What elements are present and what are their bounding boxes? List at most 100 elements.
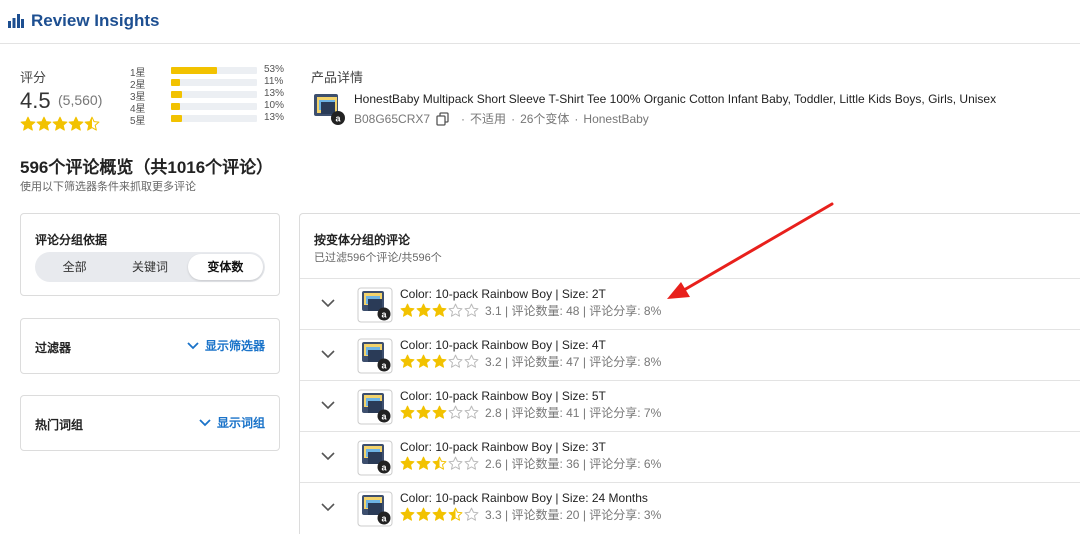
star-icon	[416, 456, 431, 470]
variant-thumbnail[interactable]: a	[357, 389, 393, 425]
distribution-row[interactable]: 3星 13%	[130, 88, 300, 103]
grouping-option-variant[interactable]: 变体数	[187, 254, 263, 280]
show-filters-link[interactable]: 显示筛选器	[187, 337, 265, 354]
top-bar: Review Insights	[0, 0, 1080, 44]
distribution-bar-track	[171, 67, 257, 74]
chevron-down-icon	[187, 341, 199, 349]
variant-thumbnail[interactable]: a	[357, 338, 393, 374]
star-icon	[400, 303, 415, 317]
chevron-down-icon[interactable]	[321, 502, 335, 512]
distribution-bar-fill	[171, 67, 217, 74]
grouping-option-all[interactable]: 全部	[37, 254, 112, 280]
star-icon	[84, 116, 100, 131]
star-icon	[52, 116, 68, 131]
star-icon	[432, 507, 447, 521]
product-details-label: 产品详情	[311, 70, 364, 85]
bar-chart-icon	[8, 14, 24, 28]
variant-row[interactable]: a Color: 10-pack Rainbow Boy | Size: 2T 3.…	[300, 278, 1080, 329]
separator-dot: ·	[461, 111, 466, 126]
product-thumbnail[interactable]: a	[311, 92, 347, 126]
star-icon	[400, 456, 415, 470]
variant-stats-line: 3.3 | 评论数量: 20 | 评论分享: 3%	[400, 506, 661, 523]
rating-count: (5,560)	[58, 92, 103, 108]
variant-stars	[400, 354, 480, 369]
product-meta: B08G65CRX7 · 不适用 · 26个变体 · HonestBaby	[354, 110, 649, 127]
distribution-label: 5星	[130, 116, 146, 127]
variant-stats: 3.3 | 评论数量: 20 | 评论分享: 3%	[485, 508, 662, 522]
variant-name: Color: 10-pack Rainbow Boy | Size: 5T	[400, 389, 606, 403]
variant-stats: 3.2 | 评论数量: 47 | 评论分享: 8%	[485, 355, 662, 369]
distribution-row[interactable]: 2星 11%	[130, 76, 300, 91]
star-icon	[432, 303, 447, 317]
show-phrases-label: 显示词组	[216, 416, 265, 430]
variant-stats: 3.1 | 评论数量: 48 | 评论分享: 8%	[485, 304, 662, 318]
variant-stats-line: 3.1 | 评论数量: 48 | 评论分享: 8%	[400, 302, 661, 319]
variant-stars	[400, 507, 480, 522]
variant-reviews-panel: 按变体分组的评论 已过滤596个评论/共596个 a Color: 10-pack…	[299, 213, 1080, 534]
distribution-row[interactable]: 1星 53%	[130, 64, 300, 79]
star-icon	[448, 354, 463, 368]
copy-icon[interactable]	[436, 111, 450, 126]
star-icon	[416, 507, 431, 521]
distribution-bar-fill	[171, 115, 183, 122]
distribution-bar-fill	[171, 79, 181, 86]
overview-title: 596个评论概览（共1016个评论）	[20, 158, 274, 177]
star-icon	[448, 303, 463, 317]
star-icon	[464, 303, 479, 317]
star-icon	[464, 405, 479, 419]
variant-thumbnail[interactable]: a	[357, 491, 393, 527]
variant-name: Color: 10-pack Rainbow Boy | Size: 2T	[400, 287, 606, 301]
star-icon	[416, 303, 431, 317]
star-icon	[432, 405, 447, 419]
distribution-bar-fill	[171, 91, 183, 98]
star-icon	[432, 456, 447, 470]
rating-label: 评分	[20, 70, 47, 85]
product-asin: B08G65CRX7	[354, 111, 431, 126]
hot-phrases-title: 热门词组	[35, 418, 84, 432]
distribution-percent: 10%	[264, 100, 285, 111]
variant-row[interactable]: a Color: 10-pack Rainbow Boy | Size: 24 M…	[300, 482, 1080, 533]
star-icon	[400, 405, 415, 419]
variant-stars	[400, 456, 480, 471]
hot-phrases-panel: 热门词组 显示词组	[20, 395, 280, 451]
variant-row[interactable]: a Color: 10-pack Rainbow Boy | Size: 4T 3.…	[300, 329, 1080, 380]
variant-stats: 2.6 | 评论数量: 36 | 评论分享: 6%	[485, 457, 662, 471]
variant-name: Color: 10-pack Rainbow Boy | Size: 24 Mo…	[400, 491, 648, 505]
chevron-down-icon[interactable]	[321, 349, 335, 359]
variant-stars	[400, 405, 480, 420]
variant-stats-line: 2.8 | 评论数量: 41 | 评论分享: 7%	[400, 404, 661, 421]
distribution-bar-fill	[171, 103, 180, 110]
rating-value: 4.5	[20, 88, 51, 113]
star-icon	[68, 116, 84, 131]
variant-row[interactable]: a Color: 10-pack Rainbow Boy | Size: 3T 2.…	[300, 431, 1080, 482]
grouping-title: 评论分组依据	[35, 233, 108, 247]
star-icon	[400, 354, 415, 368]
app-title: Review Insights	[31, 11, 160, 30]
star-icon	[464, 507, 479, 521]
distribution-bar-track	[171, 79, 257, 86]
variant-row[interactable]: a Color: 10-pack Rainbow Boy | Size: 5T 2.…	[300, 380, 1080, 431]
star-icon	[416, 405, 431, 419]
distribution-row[interactable]: 5星 13%	[130, 112, 300, 127]
variant-reviews-subtitle: 已过滤596个评论/共596个	[314, 252, 442, 264]
product-title[interactable]: HonestBaby Multipack Short Sleeve T-Shir…	[354, 92, 996, 106]
filter-title: 过滤器	[35, 341, 72, 355]
distribution-bar-track	[171, 91, 257, 98]
star-icon	[448, 456, 463, 470]
chevron-down-icon[interactable]	[321, 298, 335, 308]
show-phrases-link[interactable]: 显示词组	[199, 414, 265, 431]
product-brand[interactable]: HonestBaby	[583, 112, 648, 126]
variant-reviews-title: 按变体分组的评论	[314, 233, 411, 247]
star-icon	[448, 507, 463, 521]
separator-dot: ·	[574, 111, 579, 126]
distribution-bar-track	[171, 115, 257, 122]
distribution-bar-track	[171, 103, 257, 110]
show-filters-label: 显示筛选器	[204, 339, 265, 353]
distribution-row[interactable]: 4星 10%	[130, 100, 300, 115]
chevron-down-icon[interactable]	[321, 451, 335, 461]
chevron-down-icon[interactable]	[321, 400, 335, 410]
variant-thumbnail[interactable]: a	[357, 440, 393, 476]
rating-stars	[20, 116, 100, 136]
variant-thumbnail[interactable]: a	[357, 287, 393, 323]
grouping-option-keyword[interactable]: 关键词	[112, 254, 187, 280]
